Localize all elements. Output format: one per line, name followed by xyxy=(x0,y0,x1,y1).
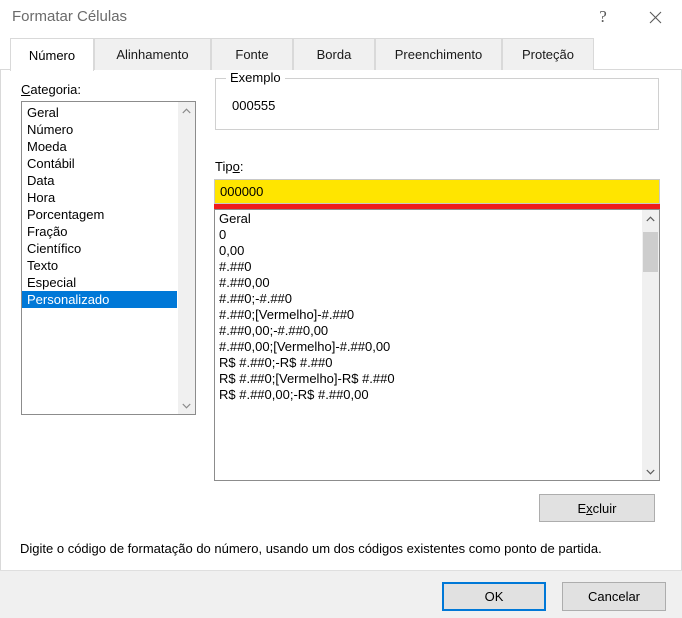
chevron-down-icon xyxy=(182,403,191,409)
ok-label: OK xyxy=(484,589,504,604)
list-item-selected[interactable]: Personalizado xyxy=(22,291,178,308)
scroll-down-arrow[interactable] xyxy=(178,397,195,414)
exemplo-groupbox: Exemplo 000555 xyxy=(215,70,659,130)
format-listbox[interactable]: Geral 0 0,00 #.##0 #.##0,00 #.##0;-#.##0… xyxy=(214,209,660,481)
chevron-up-icon xyxy=(646,215,655,221)
help-button[interactable]: ? xyxy=(580,0,626,34)
chevron-up-icon xyxy=(182,107,191,113)
scroll-up-arrow[interactable] xyxy=(178,102,195,119)
chevron-down-icon xyxy=(646,469,655,475)
tab-preenchimento[interactable]: Preenchimento xyxy=(375,38,502,70)
list-item[interactable]: Contábil xyxy=(22,155,178,172)
category-label-accesskey: C xyxy=(21,82,31,97)
close-button[interactable] xyxy=(632,0,678,34)
category-listbox[interactable]: Geral Número Moeda Contábil Data Hora Po… xyxy=(21,101,196,415)
tab-label: Fonte xyxy=(235,47,269,62)
tab-fonte[interactable]: Fonte xyxy=(211,38,293,70)
list-item[interactable]: Científico xyxy=(22,240,178,257)
tipo-input[interactable] xyxy=(214,179,660,204)
ok-button[interactable]: OK xyxy=(442,582,546,611)
tab-strip: Número Alinhamento Fonte Borda Preenchim… xyxy=(0,38,682,71)
format-scrollbar[interactable] xyxy=(641,210,659,480)
list-item[interactable]: Geral xyxy=(215,211,642,227)
hint-text: Digite o código de formatação do número,… xyxy=(20,541,602,556)
list-item[interactable]: Geral xyxy=(22,104,178,121)
category-list-items: Geral Número Moeda Contábil Data Hora Po… xyxy=(22,102,178,308)
tipo-label-post: : xyxy=(239,159,244,174)
category-scrollbar[interactable] xyxy=(177,102,195,414)
excluir-button[interactable]: Excluir xyxy=(539,494,655,522)
dialog-footer: OK Cancelar xyxy=(0,570,682,618)
excluir-label-post: cluir xyxy=(592,500,617,516)
scroll-down-arrow[interactable] xyxy=(642,463,659,480)
list-item[interactable]: R$ #.##0;-R$ #.##0 xyxy=(215,355,642,371)
exemplo-title: Exemplo xyxy=(226,70,285,85)
excluir-label-pre: E xyxy=(577,500,587,516)
dialog-body: Categoria: Geral Número Moeda Contábil D… xyxy=(0,70,682,570)
close-icon xyxy=(649,11,661,23)
format-list-items: Geral 0 0,00 #.##0 #.##0,00 #.##0;-#.##0… xyxy=(215,210,642,403)
list-item[interactable]: 0 xyxy=(215,227,642,243)
tab-label: Proteção xyxy=(521,47,575,62)
tipo-label: Tipo: xyxy=(215,159,243,174)
list-item[interactable]: Número xyxy=(22,121,178,138)
list-item[interactable]: 0,00 xyxy=(215,243,642,259)
scroll-thumb[interactable] xyxy=(643,232,658,272)
tipo-label-pre: Tip xyxy=(215,159,233,174)
list-item[interactable]: Data xyxy=(22,172,178,189)
list-item[interactable]: #.##0,00;-#.##0,00 xyxy=(215,323,642,339)
tab-numero[interactable]: Número xyxy=(10,38,94,71)
window-title: Formatar Células xyxy=(12,8,128,25)
category-label-rest: ategoria: xyxy=(30,82,81,97)
tipo-label-accesskey: o xyxy=(232,159,240,174)
exemplo-value: 000555 xyxy=(232,98,276,113)
list-item[interactable]: Texto xyxy=(22,257,178,274)
scroll-thumb[interactable] xyxy=(179,119,194,399)
tab-label: Borda xyxy=(316,47,352,62)
list-item[interactable]: Fração xyxy=(22,223,178,240)
tab-alinhamento[interactable]: Alinhamento xyxy=(94,38,211,70)
list-item[interactable]: R$ #.##0;[Vermelho]-R$ #.##0 xyxy=(215,371,642,387)
tab-label: Número xyxy=(28,47,76,63)
category-label: Categoria: xyxy=(21,82,81,97)
question-mark-icon: ? xyxy=(599,7,607,26)
list-item[interactable]: #.##0,00;[Vermelho]-#.##0,00 xyxy=(215,339,642,355)
cancel-label: Cancelar xyxy=(587,589,641,604)
scroll-up-arrow[interactable] xyxy=(642,210,659,227)
list-item[interactable]: #.##0,00 xyxy=(215,275,642,291)
tab-protecao[interactable]: Proteção xyxy=(502,38,594,70)
list-item[interactable]: #.##0 xyxy=(215,259,642,275)
tab-label: Alinhamento xyxy=(116,47,189,62)
list-item[interactable]: Especial xyxy=(22,274,178,291)
list-item[interactable]: #.##0;[Vermelho]-#.##0 xyxy=(215,307,642,323)
tab-label: Preenchimento xyxy=(394,47,483,62)
cancel-button[interactable]: Cancelar xyxy=(562,582,666,611)
tab-borda[interactable]: Borda xyxy=(293,38,375,70)
list-item[interactable]: Porcentagem xyxy=(22,206,178,223)
excluir-label: Excluir xyxy=(577,501,616,516)
list-item[interactable]: Hora xyxy=(22,189,178,206)
title-bar: Formatar Células ? xyxy=(0,0,682,36)
list-item[interactable]: #.##0;-#.##0 xyxy=(215,291,642,307)
list-item[interactable]: Moeda xyxy=(22,138,178,155)
list-item[interactable]: R$ #.##0,00;-R$ #.##0,00 xyxy=(215,387,642,403)
